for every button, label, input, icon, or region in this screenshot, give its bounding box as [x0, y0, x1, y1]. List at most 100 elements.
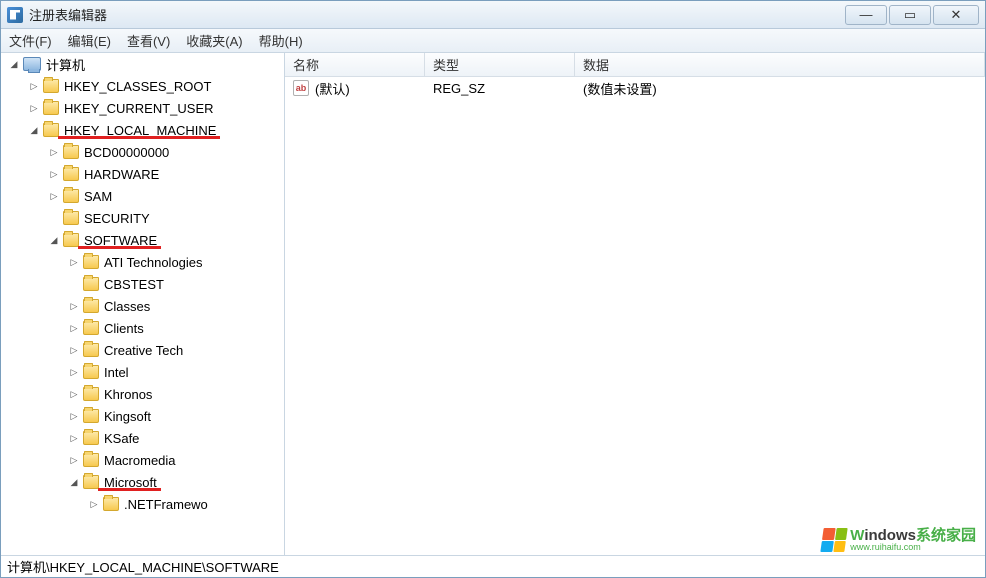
menu-file[interactable]: 文件(F) [9, 31, 52, 50]
node-label-netframework: .NETFramewo [124, 497, 208, 512]
expander-closed-icon[interactable]: ▷ [67, 321, 81, 335]
expander-closed-icon[interactable]: ▷ [87, 497, 101, 511]
expander-closed-icon[interactable]: ▷ [67, 365, 81, 379]
close-button[interactable]: ✕ [933, 5, 979, 25]
folder-icon [103, 497, 119, 511]
tree-panel: ◢ 计算机 ▷ HKEY_CLASSES_ROOT ▷ HKEY_CURRENT… [1, 53, 285, 555]
folder-icon [63, 189, 79, 203]
tree-scroll[interactable]: ◢ 计算机 ▷ HKEY_CLASSES_ROOT ▷ HKEY_CURRENT… [1, 53, 284, 555]
tree-node-hkcu[interactable]: ▷ HKEY_CURRENT_USER [1, 97, 284, 119]
expander-closed-icon[interactable]: ▷ [27, 79, 41, 93]
node-label-classes: Classes [104, 299, 150, 314]
column-header-data[interactable]: 数据 [575, 53, 985, 76]
expander-closed-icon[interactable]: ▷ [67, 431, 81, 445]
windows-flag-icon [821, 528, 848, 552]
watermark-cn: 系统家园 [916, 527, 976, 544]
menu-favorites[interactable]: 收藏夹(A) [186, 31, 242, 50]
folder-icon [63, 167, 79, 181]
tree-node-hkcr[interactable]: ▷ HKEY_CLASSES_ROOT [1, 75, 284, 97]
folder-icon [83, 299, 99, 313]
node-label-computer: 计算机 [46, 55, 85, 74]
main-area: ◢ 计算机 ▷ HKEY_CLASSES_ROOT ▷ HKEY_CURRENT… [1, 53, 985, 555]
window-title: 注册表编辑器 [29, 5, 107, 24]
node-label-clients: Clients [104, 321, 144, 336]
menu-edit[interactable]: 编辑(E) [68, 31, 111, 50]
statusbar-path: 计算机\HKEY_LOCAL_MACHINE\SOFTWARE [7, 557, 279, 576]
expander-closed-icon[interactable]: ▷ [67, 255, 81, 269]
node-label-khronos: Khronos [104, 387, 152, 402]
tree-node-microsoft[interactable]: ◢ Microsoft [1, 471, 284, 493]
expander-closed-icon[interactable]: ▷ [47, 189, 61, 203]
expander-closed-icon[interactable]: ▷ [67, 387, 81, 401]
expander-closed-icon[interactable]: ▷ [67, 453, 81, 467]
list-body: ab (默认) REG_SZ (数值未设置) [285, 77, 985, 555]
node-label-macromedia: Macromedia [104, 453, 176, 468]
menubar: 文件(F) 编辑(E) 查看(V) 收藏夹(A) 帮助(H) [1, 29, 985, 53]
menu-help[interactable]: 帮助(H) [259, 31, 303, 50]
node-label-intel: Intel [104, 365, 129, 380]
node-label-hardware: HARDWARE [84, 167, 159, 182]
tree-node-hardware[interactable]: ▷ HARDWARE [1, 163, 284, 185]
folder-icon [43, 123, 59, 137]
tree-node-khronos[interactable]: ▷ Khronos [1, 383, 284, 405]
expander-closed-icon[interactable]: ▷ [27, 101, 41, 115]
tree-node-macromedia[interactable]: ▷ Macromedia [1, 449, 284, 471]
expander-open-icon[interactable]: ◢ [67, 475, 81, 489]
folder-icon [43, 101, 59, 115]
statusbar: 计算机\HKEY_LOCAL_MACHINE\SOFTWARE [1, 555, 985, 577]
tree-node-ksafe[interactable]: ▷ KSafe [1, 427, 284, 449]
folder-icon [83, 431, 99, 445]
tree-node-kingsoft[interactable]: ▷ Kingsoft [1, 405, 284, 427]
tree-node-software[interactable]: ◢ SOFTWARE [1, 229, 284, 251]
expander-closed-icon[interactable]: ▷ [47, 167, 61, 181]
titlebar: 注册表编辑器 — ▭ ✕ [1, 1, 985, 29]
tree-node-bcd[interactable]: ▷ BCD00000000 [1, 141, 284, 163]
tree-node-sam[interactable]: ▷ SAM [1, 185, 284, 207]
cell-type: REG_SZ [425, 81, 575, 96]
minimize-button[interactable]: — [845, 5, 887, 25]
tree-node-hklm[interactable]: ◢ HKEY_LOCAL_MACHINE [1, 119, 284, 141]
node-label-sam: SAM [84, 189, 112, 204]
node-label-ati: ATI Technologies [104, 255, 203, 270]
folder-icon [63, 145, 79, 159]
tree-node-computer[interactable]: ◢ 计算机 [1, 53, 284, 75]
tree-node-cbstest[interactable]: ▷ CBSTEST [1, 273, 284, 295]
column-header-name[interactable]: 名称 [285, 53, 425, 76]
tree-node-security[interactable]: ▷ SECURITY [1, 207, 284, 229]
watermark-url: www.ruihaifu.com [850, 543, 976, 552]
folder-icon [83, 409, 99, 423]
tree-node-creative[interactable]: ▷ Creative Tech [1, 339, 284, 361]
list-row[interactable]: ab (默认) REG_SZ (数值未设置) [285, 77, 985, 99]
column-header-type[interactable]: 类型 [425, 53, 575, 76]
list-header: 名称 类型 数据 [285, 53, 985, 77]
node-label-creative: Creative Tech [104, 343, 183, 358]
node-label-hkcr: HKEY_CLASSES_ROOT [64, 79, 211, 94]
folder-icon [83, 453, 99, 467]
node-label-hkcu: HKEY_CURRENT_USER [64, 101, 214, 116]
node-label-kingsoft: Kingsoft [104, 409, 151, 424]
folder-icon [83, 387, 99, 401]
watermark: Windows系统家园 www.ruihaifu.com [822, 528, 976, 552]
tree-node-classes[interactable]: ▷ Classes [1, 295, 284, 317]
menu-view[interactable]: 查看(V) [127, 31, 170, 50]
string-value-icon: ab [293, 80, 309, 96]
node-label-microsoft: Microsoft [104, 475, 157, 490]
expander-closed-icon[interactable]: ▷ [67, 409, 81, 423]
expander-open-icon[interactable]: ◢ [7, 57, 21, 71]
expander-closed-icon[interactable]: ▷ [67, 343, 81, 357]
tree-node-intel[interactable]: ▷ Intel [1, 361, 284, 383]
expander-open-icon[interactable]: ◢ [27, 123, 41, 137]
node-label-hklm: HKEY_LOCAL_MACHINE [64, 123, 216, 138]
expander-open-icon[interactable]: ◢ [47, 233, 61, 247]
node-label-software: SOFTWARE [84, 233, 157, 248]
window-controls: — ▭ ✕ [843, 5, 979, 25]
tree-node-ati[interactable]: ▷ ATI Technologies [1, 251, 284, 273]
expander-closed-icon[interactable]: ▷ [67, 299, 81, 313]
node-label-cbstest: CBSTEST [104, 277, 164, 292]
tree-node-netframework[interactable]: ▷ .NETFramewo [1, 493, 284, 515]
cell-name: ab (默认) [285, 79, 425, 98]
maximize-button[interactable]: ▭ [889, 5, 931, 25]
expander-closed-icon[interactable]: ▷ [47, 145, 61, 159]
tree-node-clients[interactable]: ▷ Clients [1, 317, 284, 339]
node-label-bcd: BCD00000000 [84, 145, 169, 160]
